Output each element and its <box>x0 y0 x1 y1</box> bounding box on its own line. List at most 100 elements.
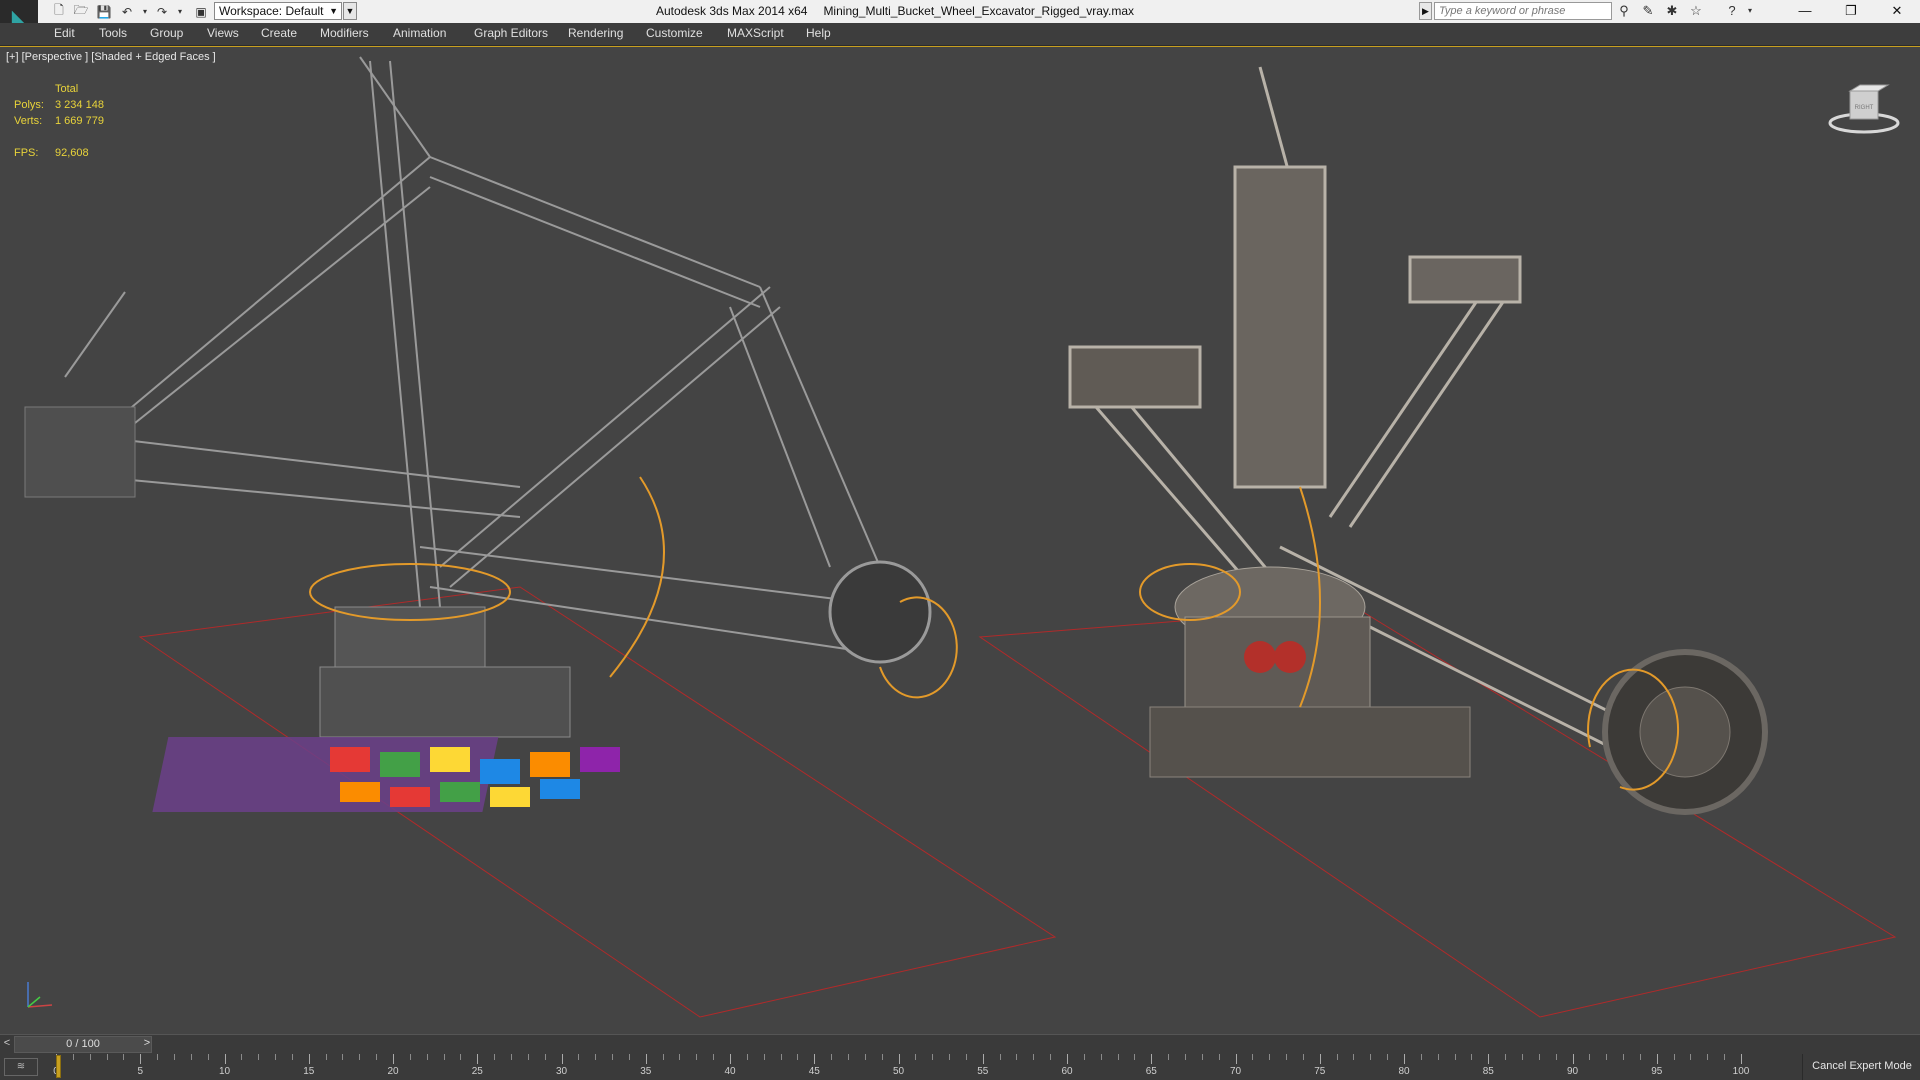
scene-canvas[interactable] <box>0 47 1920 1035</box>
ruler-tick <box>746 1054 748 1060</box>
ruler-tick <box>1353 1054 1355 1060</box>
tracks-colored-ids <box>152 737 620 812</box>
ruler-tick <box>494 1054 496 1060</box>
ruler-tick <box>915 1054 917 1060</box>
help-dropdown-icon[interactable]: ▾ <box>1740 2 1760 20</box>
ruler-tick <box>376 1054 378 1060</box>
perspective-viewport[interactable]: [+] [Perspective ] [Shaded + Edged Faces… <box>0 46 1920 1035</box>
cancel-expert-mode-button[interactable]: Cancel Expert Mode <box>1802 1054 1920 1080</box>
track-bar[interactable]: ≋ 05101520253035404550556065707580859095… <box>0 1054 1920 1080</box>
ruler-label: 75 <box>1314 1066 1326 1077</box>
undo-icon[interactable]: ↶ <box>118 3 136 20</box>
workspace-dropdown[interactable]: Workspace: Default ▼ <box>214 2 342 20</box>
ruler-tick <box>1420 1054 1422 1060</box>
ruler-label: 35 <box>640 1066 652 1077</box>
app-title: Autodesk 3ds Max 2014 x64 <box>656 4 808 18</box>
ruler-label: 5 <box>137 1066 144 1077</box>
project-folder-icon[interactable]: ▣ <box>192 3 210 20</box>
ruler-tick <box>1252 1054 1254 1060</box>
redo-dropdown-icon[interactable]: ▾ <box>171 3 189 20</box>
menu-animation[interactable]: Animation <box>393 26 446 40</box>
help-icon[interactable]: ? <box>1722 2 1742 20</box>
ruler-tick <box>949 1054 951 1060</box>
ruler-tick <box>1201 1054 1203 1060</box>
menu-graph-editors[interactable]: Graph Editors <box>474 26 548 40</box>
ruler-label: 10 <box>218 1066 231 1077</box>
ruler-label: 85 <box>1482 1066 1494 1077</box>
ruler-label: 60 <box>1061 1066 1073 1077</box>
ruler-tick <box>510 1054 512 1060</box>
chevron-down-icon: ▼ <box>329 6 338 16</box>
frame-ruler[interactable]: 0510152025303540455055606570758085909510… <box>53 1054 1749 1080</box>
search-input[interactable]: Type a keyword or phrase <box>1434 2 1612 20</box>
menu-customize[interactable]: Customize <box>646 26 703 40</box>
ruler-tick <box>780 1054 782 1060</box>
ruler-tick <box>1538 1054 1540 1060</box>
menu-maxscript[interactable]: MAXScript <box>727 26 784 40</box>
excavator-wireframe <box>64 56 901 658</box>
ruler-tick <box>258 1054 260 1060</box>
ruler-tick <box>393 1054 394 1064</box>
ruler-tick <box>578 1054 580 1060</box>
undo-dropdown-icon[interactable]: ▾ <box>136 3 154 20</box>
ruler-tick <box>864 1054 866 1060</box>
ruler-tick <box>1690 1054 1692 1060</box>
ruler-tick <box>1741 1054 1742 1064</box>
ruler-tick <box>1404 1054 1405 1064</box>
open-file-icon[interactable]: 🗁 <box>72 3 90 20</box>
time-slider[interactable]: < 0 / 100 > <box>0 1034 1920 1055</box>
ruler-tick <box>140 1054 142 1064</box>
ruler-tick <box>1336 1054 1338 1060</box>
ruler-tick <box>359 1054 361 1060</box>
menu-rendering[interactable]: Rendering <box>568 26 623 40</box>
viewcube[interactable]: RIGHT <box>1826 81 1902 135</box>
playhead[interactable] <box>56 1055 61 1078</box>
time-next-button[interactable]: > <box>140 1037 154 1053</box>
menu-help[interactable]: Help <box>806 26 831 40</box>
verts-label: Verts: <box>14 115 43 127</box>
ruler-tick <box>1454 1054 1456 1060</box>
save-file-icon[interactable]: 💾 <box>95 3 113 20</box>
ruler-tick <box>1016 1054 1018 1060</box>
menu-create[interactable]: Create <box>261 26 297 40</box>
menu-edit[interactable]: Edit <box>54 26 75 40</box>
menu-group[interactable]: Group <box>150 26 183 40</box>
ruler-tick <box>1269 1054 1271 1060</box>
favorites-star-icon[interactable]: ☆ <box>1686 2 1706 20</box>
red-detail <box>1244 641 1276 673</box>
ruler-tick <box>1218 1054 1220 1060</box>
excavator-textured <box>1068 66 1691 789</box>
subscription-icon[interactable]: ✎ <box>1638 2 1658 20</box>
viewport-label[interactable]: [+] [Perspective ] [Shaded + Edged Faces… <box>6 51 216 63</box>
restore-button[interactable]: ❐ <box>1828 0 1874 23</box>
communication-center-icon[interactable]: ✱ <box>1662 2 1682 20</box>
time-slider-thumb[interactable]: 0 / 100 <box>14 1036 152 1053</box>
menu-views[interactable]: Views <box>207 26 239 40</box>
binoculars-icon[interactable]: ⚲ <box>1614 2 1634 20</box>
new-file-icon[interactable]: 🗋 <box>50 3 68 20</box>
ruler-tick <box>443 1054 445 1060</box>
ruler-tick <box>527 1054 529 1060</box>
search-expand-button[interactable]: ▶ <box>1419 2 1432 20</box>
minimize-button[interactable]: — <box>1782 0 1828 23</box>
ruler-tick <box>847 1054 849 1060</box>
ruler-tick <box>696 1054 698 1060</box>
axis-tripod <box>27 982 53 1008</box>
menu-tools[interactable]: Tools <box>99 26 127 40</box>
close-button[interactable]: ✕ <box>1874 0 1920 23</box>
redo-icon[interactable]: ↷ <box>153 3 171 20</box>
quick-access-customize-button[interactable]: ▼ <box>343 2 357 20</box>
ruler-tick <box>291 1054 293 1060</box>
ruler-label: 55 <box>977 1066 989 1077</box>
ruler-tick <box>1067 1054 1068 1064</box>
ruler-tick <box>713 1054 715 1060</box>
ruler-tick <box>1235 1054 1237 1064</box>
ruler-label: 20 <box>387 1066 399 1077</box>
ruler-tick <box>881 1054 883 1060</box>
menu-modifiers[interactable]: Modifiers <box>320 26 369 40</box>
ruler-tick <box>1673 1054 1675 1060</box>
mini-curve-editor-icon[interactable]: ≋ <box>4 1058 38 1076</box>
counterweight-wireframe <box>24 406 136 498</box>
time-prev-button[interactable]: < <box>0 1037 14 1053</box>
ruler-tick <box>1707 1054 1709 1060</box>
